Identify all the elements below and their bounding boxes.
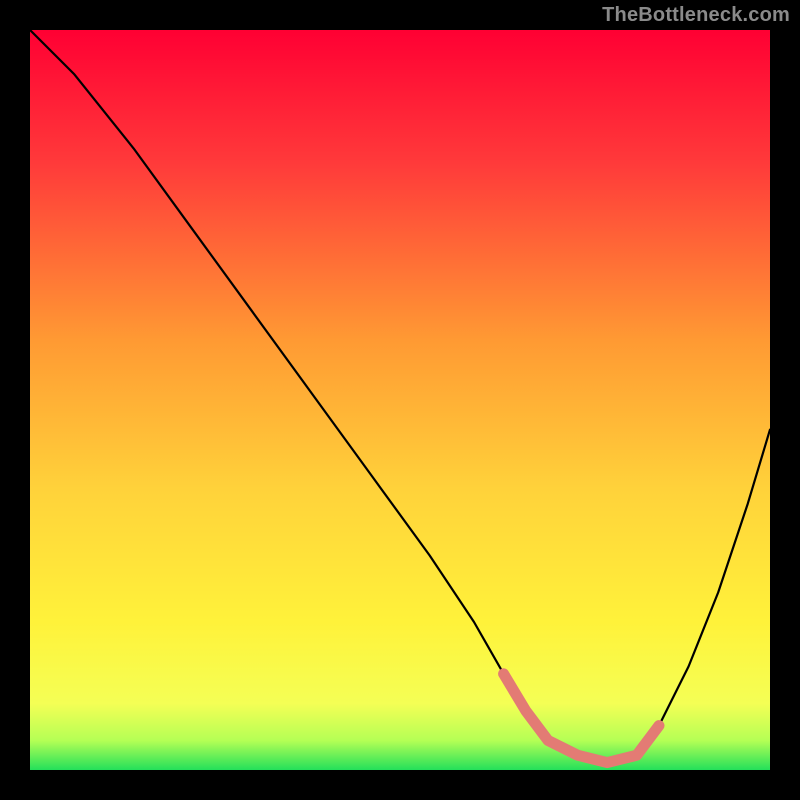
plot-gradient-area <box>30 30 770 770</box>
bottleneck-curve-plot <box>0 0 800 800</box>
attribution-text: TheBottleneck.com <box>602 4 790 27</box>
chart-container: TheBottleneck.com <box>0 0 800 800</box>
